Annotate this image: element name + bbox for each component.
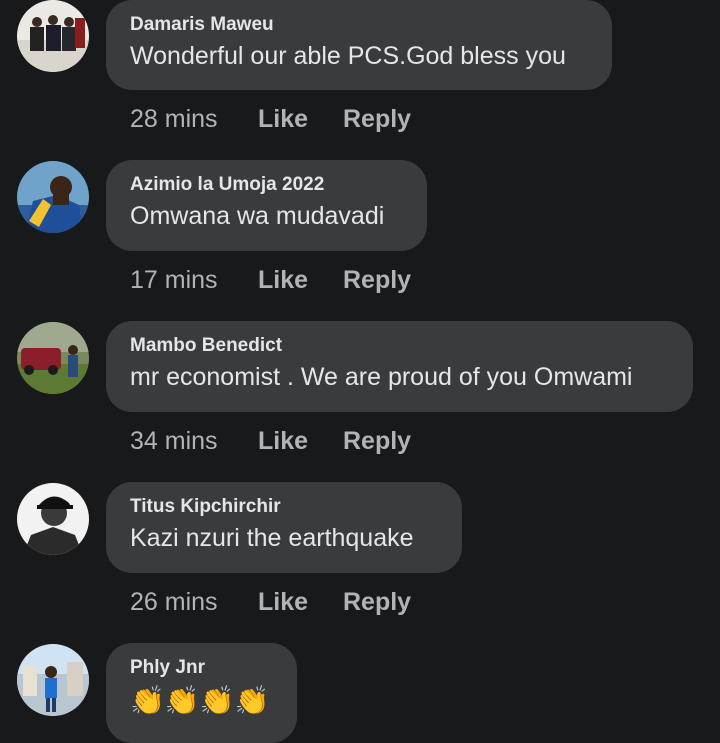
comment-actions: 26 mins Like Reply <box>130 586 411 618</box>
comment-bubble: Mambo Benedict mr economist . We are pro… <box>106 321 693 412</box>
comment-time[interactable]: 26 mins <box>130 586 258 618</box>
comment-bubble: Azimio la Umoja 2022 Omwana wa mudavadi <box>106 160 427 251</box>
comment-author[interactable]: Azimio la Umoja 2022 <box>130 174 403 196</box>
avatar[interactable] <box>17 161 89 233</box>
reply-button[interactable]: Reply <box>343 586 411 618</box>
comment-author[interactable]: Mambo Benedict <box>130 335 669 357</box>
comment-actions: 17 mins Like Reply <box>130 264 411 296</box>
avatar[interactable] <box>17 0 89 72</box>
comment-bubble: Titus Kipchirchir Kazi nzuri the earthqu… <box>106 482 462 573</box>
comment-actions: 34 mins Like Reply <box>130 425 411 457</box>
like-button[interactable]: Like <box>258 586 343 618</box>
avatar-photo-icon <box>17 483 89 555</box>
reply-button[interactable]: Reply <box>343 264 411 296</box>
comment-text: Kazi nzuri the earthquake <box>130 524 414 552</box>
reply-button[interactable]: Reply <box>343 103 411 135</box>
like-button[interactable]: Like <box>258 264 343 296</box>
comment-author[interactable]: Damaris Maweu <box>130 14 588 36</box>
comment-time[interactable]: 34 mins <box>130 425 258 457</box>
clapping-hands-icon: 👏👏👏👏 <box>130 685 270 716</box>
avatar[interactable] <box>17 322 89 394</box>
comment-text: Wonderful our able PCS.God bless you <box>130 42 566 70</box>
avatar-photo-icon <box>17 322 89 394</box>
comment-author[interactable]: Titus Kipchirchir <box>130 496 438 518</box>
avatar-photo-icon <box>17 161 89 233</box>
avatar[interactable] <box>17 644 89 716</box>
reply-button[interactable]: Reply <box>343 425 411 457</box>
comment-bubble: Damaris Maweu Wonderful our able PCS.God… <box>106 0 612 90</box>
avatar[interactable] <box>17 483 89 555</box>
comment-time[interactable]: 17 mins <box>130 264 258 296</box>
comment-text: Omwana wa mudavadi <box>130 202 385 230</box>
comment-actions: 28 mins Like Reply <box>130 103 411 135</box>
comment-bubble: Phly Jnr 👏👏👏👏 <box>106 643 297 743</box>
avatar-photo-icon <box>17 0 89 72</box>
comment-time[interactable]: 28 mins <box>130 103 258 135</box>
like-button[interactable]: Like <box>258 103 343 135</box>
comment-author[interactable]: Phly Jnr <box>130 657 273 679</box>
like-button[interactable]: Like <box>258 425 343 457</box>
avatar-photo-icon <box>17 644 89 716</box>
comment-text: mr economist . We are proud of you Omwam… <box>130 363 633 391</box>
